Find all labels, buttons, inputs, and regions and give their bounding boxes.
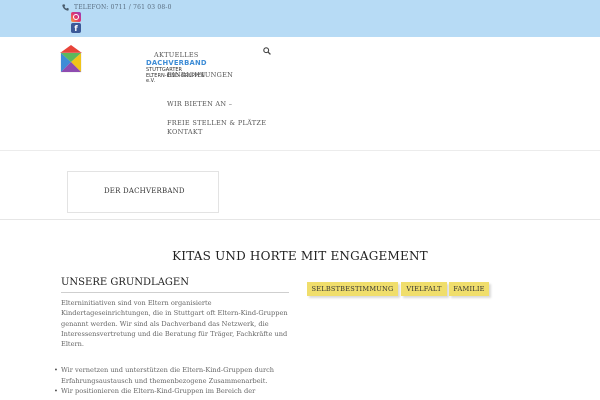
logo-icon (60, 45, 82, 73)
instagram-icon[interactable] (71, 12, 81, 22)
facebook-icon[interactable]: f (71, 23, 81, 33)
phone-icon (62, 4, 69, 11)
list-item: Wir positionieren die Eltern-Kind-Gruppe… (54, 386, 311, 397)
nav-item-kontakt[interactable]: KONTAKT (167, 128, 203, 136)
search-icon[interactable] (263, 47, 271, 55)
section-title: UNSERE GRUNDLAGEN (61, 277, 189, 288)
tag-vielfalt[interactable]: VIELFALT (401, 282, 447, 296)
site-header: DACHVERBAND STUTTGARTER ELTERN-KIND-GRUP… (0, 37, 600, 151)
section-divider (0, 219, 600, 220)
phone-link[interactable]: TELEFON: 0711 / 761 03 08-0 (62, 4, 172, 11)
phone-text: TELEFON: 0711 / 761 03 08-0 (74, 4, 172, 11)
nav-item-einrichtungen[interactable]: EINRICHTUNGEN (167, 71, 233, 79)
list-item: Wir vernetzen und unterstützen die Elter… (54, 365, 311, 386)
logo-link[interactable]: DACHVERBAND STUTTGARTER ELTERN-KIND-GRUP… (60, 45, 206, 83)
tag-familie[interactable]: FAMILIE (449, 282, 489, 296)
nav-item-freie-stellen[interactable]: FREIE STELLEN & PLÄTZE (167, 119, 266, 127)
nav-item-wir-bieten-an[interactable]: WIR BIETEN AN – (167, 100, 232, 108)
page-title-box: DER DACHVERBAND (67, 171, 219, 213)
top-bar: TELEFON: 0711 / 761 03 08-0 f (0, 0, 600, 37)
page-title: DER DACHVERBAND (104, 187, 185, 195)
main-headline: KITAS UND HORTE MIT ENGAGEMENT (172, 249, 428, 263)
section-title-underline (61, 292, 289, 293)
intro-paragraph: Elterninitiativen sind von Eltern organi… (61, 299, 288, 349)
nav-item-aktuelles[interactable]: AKTUELLES (154, 51, 199, 59)
tag-selbstbestimmung[interactable]: SELBSTBESTIMMUNG (307, 282, 398, 296)
bullet-list: Wir vernetzen und unterstützen die Elter… (54, 365, 311, 397)
logo-line-1: DACHVERBAND (146, 59, 207, 67)
